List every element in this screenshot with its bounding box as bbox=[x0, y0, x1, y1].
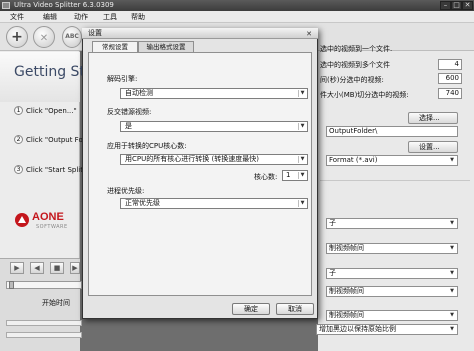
opt-by-time-text: 间(秒)分选中的视频: bbox=[320, 76, 384, 84]
chevron-down-icon: ▼ bbox=[450, 157, 454, 163]
option-select-d[interactable]: 制视频帧间 ▼ bbox=[326, 286, 458, 297]
dialog-title: 设置 bbox=[88, 29, 102, 37]
plus-icon: + bbox=[11, 29, 23, 45]
close-icon[interactable]: ✕ bbox=[304, 30, 314, 38]
menu-help[interactable]: 帮助 bbox=[131, 12, 145, 22]
opt-multi-file-text: 选中的视频到多个文件 bbox=[320, 61, 390, 69]
cpu-mode-value: 用CPU的所有核心进行转换 (转换速度最快) bbox=[125, 155, 259, 163]
window-title: Ultra Video Splitter 6.3.0309 bbox=[14, 1, 114, 9]
chevron-down-icon: ▼ bbox=[450, 245, 454, 251]
next-frame-button[interactable]: ▶ bbox=[70, 262, 80, 274]
multi-file-count-input[interactable]: 4 bbox=[438, 59, 462, 70]
logo-subtitle: SOFTWARE bbox=[36, 224, 68, 230]
chevron-down-icon: ▼ bbox=[450, 312, 454, 318]
keep-aspect-value: 增加黑边以保持原始比例 bbox=[319, 325, 396, 333]
chevron-down-icon: ▼ bbox=[450, 326, 454, 332]
chevron-down-icon: ▼ bbox=[298, 200, 306, 207]
option-e-value: 制视频帧间 bbox=[329, 311, 364, 319]
deinterlace-label: 反交错源视频: bbox=[107, 108, 152, 116]
seek-bar[interactable] bbox=[6, 281, 82, 289]
priority-value: 正常优先级 bbox=[125, 199, 160, 207]
option-c-value: 子 bbox=[329, 269, 336, 277]
chevron-down-icon: ▼ bbox=[450, 220, 454, 226]
window-titlebar: Ultra Video Splitter 6.3.0309 bbox=[0, 0, 474, 11]
core-count-label: 核心数: bbox=[254, 173, 278, 181]
logo-name: AONE bbox=[32, 211, 64, 223]
progress-bar-secondary bbox=[6, 332, 82, 338]
priority-label: 进程优先级: bbox=[107, 187, 145, 195]
close-window-button[interactable]: ✕ bbox=[462, 1, 473, 10]
option-d-value: 制视频帧间 bbox=[329, 287, 364, 295]
toolbar-abc-button[interactable]: ABC bbox=[62, 26, 82, 48]
menu-edit[interactable]: 编辑 bbox=[43, 12, 57, 22]
aone-logo-icon bbox=[15, 213, 29, 227]
step-3-number: 3 bbox=[14, 165, 23, 174]
chevron-down-icon: ▼ bbox=[298, 156, 306, 163]
app-icon bbox=[2, 2, 10, 9]
seek-thumb[interactable] bbox=[9, 281, 14, 289]
minimize-button[interactable]: – bbox=[440, 1, 451, 10]
opt-one-file-text: 选中的视频到一个文件. bbox=[320, 45, 393, 53]
chevron-down-icon: ▼ bbox=[298, 123, 306, 130]
aone-logo: AONE SOFTWARE bbox=[14, 209, 84, 237]
core-count-value: 1 bbox=[286, 171, 291, 179]
deinterlace-value: 是 bbox=[125, 122, 132, 130]
ok-button[interactable]: 确定 bbox=[232, 303, 270, 315]
option-select-b[interactable]: 制视频帧间 ▼ bbox=[326, 243, 458, 254]
option-b-value: 制视频帧间 bbox=[329, 244, 364, 252]
output-folder-input[interactable]: OutputFolder\ bbox=[326, 126, 458, 137]
dialog-titlebar: 设置 bbox=[82, 28, 318, 39]
tab-output-format-settings[interactable]: 输出格式设置 bbox=[138, 41, 194, 52]
output-format-select[interactable]: Format (*.avi) ▼ bbox=[326, 155, 458, 166]
browse-output-button[interactable]: 选择... bbox=[408, 112, 458, 124]
time-seconds-input[interactable]: 600 bbox=[438, 73, 462, 84]
chevron-down-icon: ▼ bbox=[450, 270, 454, 276]
step-2-number: 2 bbox=[14, 135, 23, 144]
decoder-value: 自动检测 bbox=[125, 89, 153, 97]
menu-tools[interactable]: 工具 bbox=[103, 12, 117, 22]
menu-bar: 文件 编辑 动作 工具 帮助 bbox=[0, 11, 474, 23]
format-settings-button[interactable]: 设置... bbox=[408, 141, 458, 153]
chevron-down-icon: ▼ bbox=[450, 288, 454, 294]
play-button[interactable]: ▶ bbox=[10, 262, 24, 274]
priority-select[interactable]: 正常优先级 ▼ bbox=[120, 198, 308, 209]
cancel-button[interactable]: 取消 bbox=[276, 303, 314, 315]
decoder-select[interactable]: 自动检测 ▼ bbox=[120, 88, 308, 99]
toolbar-abc-label: ABC bbox=[65, 33, 79, 40]
chevron-down-icon: ▼ bbox=[298, 90, 306, 97]
option-a-value: 子 bbox=[329, 219, 336, 227]
step-1-text: Click "Open..." bbox=[26, 107, 77, 115]
progress-bar bbox=[6, 320, 82, 326]
opt-by-size-text: 件大小(MB)切分选中的视频: bbox=[320, 91, 409, 99]
stop-button[interactable]: ■ bbox=[50, 262, 64, 274]
keep-aspect-select[interactable]: 增加黑边以保持原始比例 ▼ bbox=[316, 324, 458, 335]
step-1-number: 1 bbox=[14, 106, 23, 115]
menu-file[interactable]: 文件 bbox=[10, 12, 24, 22]
option-select-e[interactable]: 制视频帧间 ▼ bbox=[326, 310, 458, 321]
cpu-cores-label: 应用于转换的CPU核心数: bbox=[107, 142, 187, 150]
add-file-button[interactable]: + bbox=[6, 26, 28, 48]
remove-icon: ✕ bbox=[39, 33, 49, 44]
cpu-mode-select[interactable]: 用CPU的所有核心进行转换 (转换速度最快) ▼ bbox=[120, 154, 308, 165]
maximize-button[interactable]: □ bbox=[451, 1, 462, 10]
divider bbox=[320, 180, 470, 181]
output-format-value: Format (*.avi) bbox=[329, 156, 378, 164]
size-mb-input[interactable]: 740 bbox=[438, 88, 462, 99]
decoder-label: 解码引擎: bbox=[107, 75, 138, 83]
chevron-down-icon: ▼ bbox=[298, 172, 306, 179]
core-count-select[interactable]: 1 ▼ bbox=[282, 170, 308, 181]
start-time-label: 开始时间 bbox=[42, 299, 70, 307]
remove-file-button[interactable]: ✕ bbox=[33, 26, 55, 48]
prev-frame-button[interactable]: ◀ bbox=[30, 262, 44, 274]
option-select-a[interactable]: 子 ▼ bbox=[326, 218, 458, 229]
option-select-c[interactable]: 子 ▼ bbox=[326, 268, 458, 279]
deinterlace-select[interactable]: 是 ▼ bbox=[120, 121, 308, 132]
menu-action[interactable]: 动作 bbox=[74, 12, 88, 22]
